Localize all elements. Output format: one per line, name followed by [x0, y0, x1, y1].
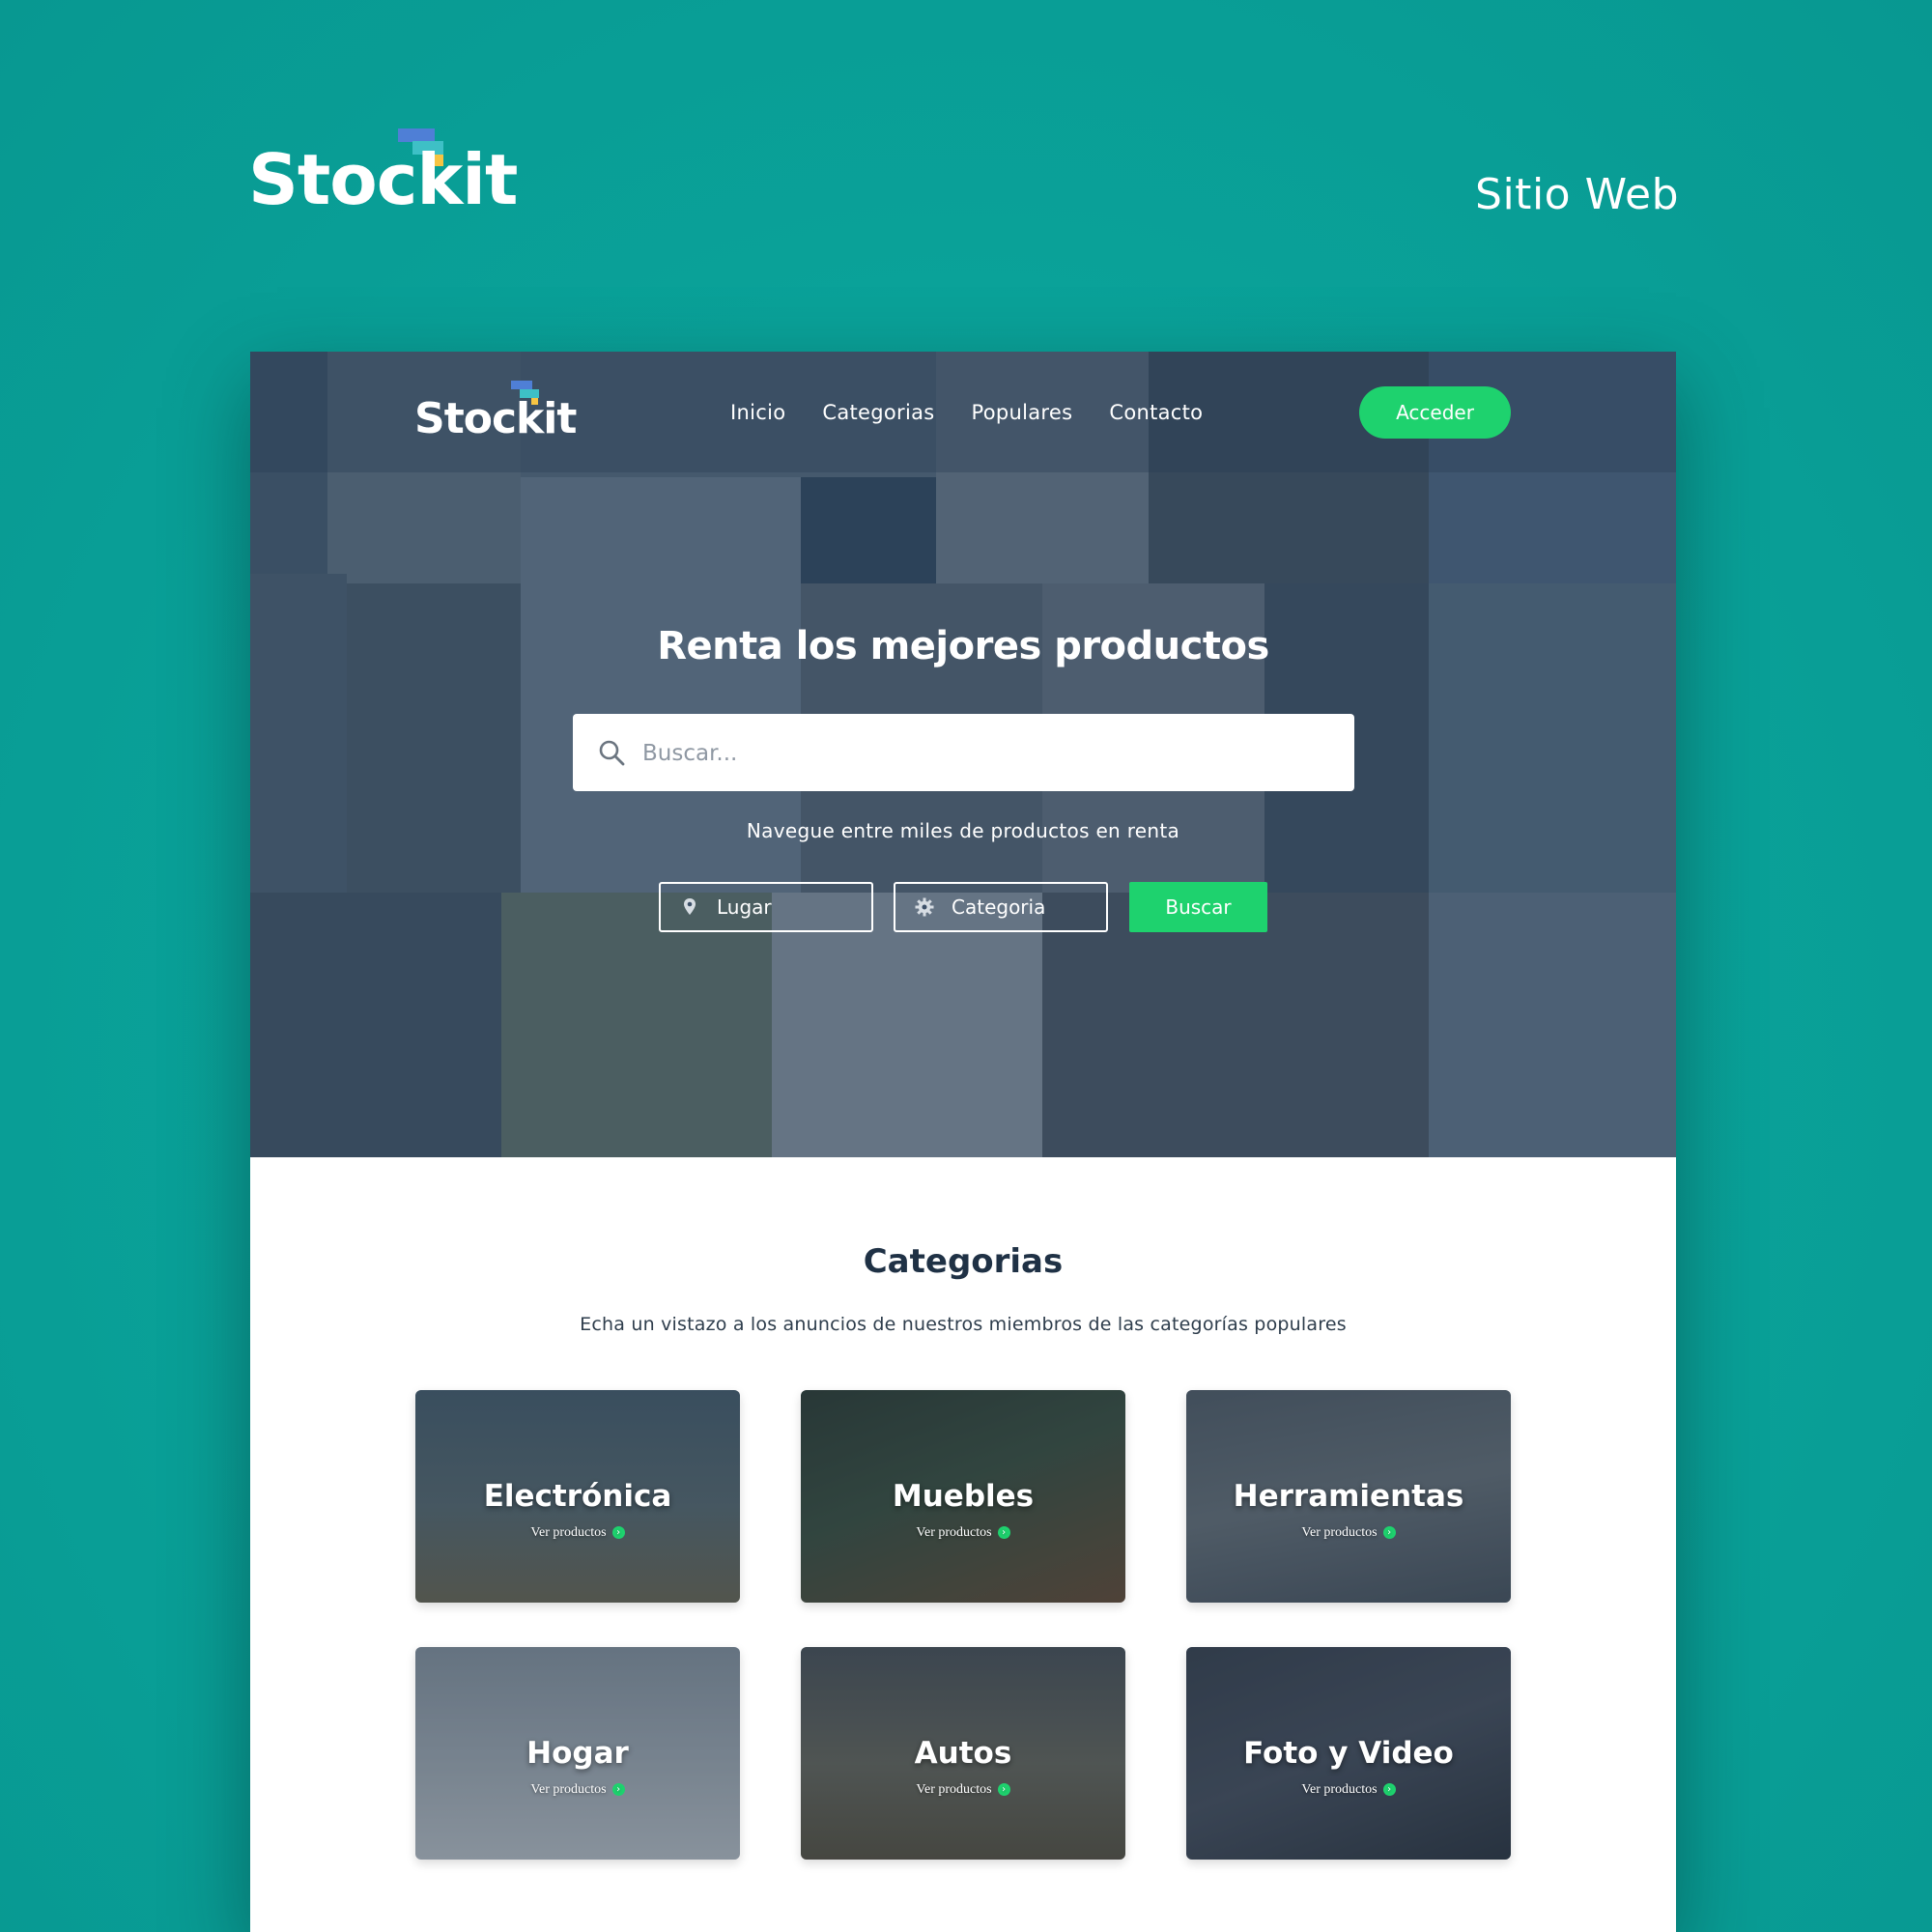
- category-card-autos[interactable]: Autos Ver productos ›: [801, 1647, 1125, 1860]
- category-card-name: Muebles: [892, 1479, 1035, 1514]
- ver-productos-label: Ver productos: [530, 1525, 607, 1540]
- gear-icon: [915, 897, 934, 917]
- ver-productos-label: Ver productos: [1301, 1525, 1378, 1540]
- chevron-right-icon: ›: [1382, 1783, 1396, 1797]
- hero-title: Renta los mejores productos: [657, 624, 1269, 668]
- ver-productos-link[interactable]: Ver productos ›: [415, 1782, 740, 1798]
- nav-link-populares[interactable]: Populares: [972, 401, 1073, 424]
- chevron-right-icon: ›: [997, 1783, 1010, 1797]
- ver-productos-label: Ver productos: [1301, 1782, 1378, 1797]
- category-card-name: Herramientas: [1233, 1479, 1464, 1514]
- category-card-hogar[interactable]: Hogar Ver productos ›: [415, 1647, 740, 1860]
- chevron-right-icon: ›: [1382, 1526, 1396, 1540]
- nav-link-contacto[interactable]: Contacto: [1109, 401, 1203, 424]
- nav-logo-text: Stockit: [414, 394, 577, 443]
- category-select-label: Categoria: [952, 895, 1046, 919]
- map-pin-icon: [684, 898, 696, 915]
- presentation-tagline: Sitio Web: [1475, 170, 1679, 219]
- category-card-name: Autos: [914, 1736, 1012, 1771]
- place-select[interactable]: Lugar: [659, 882, 873, 932]
- ver-productos-link[interactable]: Ver productos ›: [1186, 1782, 1511, 1798]
- category-card-foto-video[interactable]: Foto y Video Ver productos ›: [1186, 1647, 1511, 1860]
- place-select-label: Lugar: [717, 895, 772, 919]
- categories-subtitle: Echa un vistazo a los anuncios de nuestr…: [580, 1314, 1347, 1335]
- chevron-right-icon: ›: [997, 1526, 1010, 1540]
- category-card-muebles[interactable]: Muebles Ver productos ›: [801, 1390, 1125, 1603]
- nav-link-categorias[interactable]: Categorias: [822, 401, 934, 424]
- presentation-brand-name: Stockit: [248, 139, 518, 220]
- chevron-right-icon: ›: [611, 1526, 625, 1540]
- search-box[interactable]: [573, 714, 1354, 793]
- ver-productos-label: Ver productos: [916, 1782, 992, 1797]
- category-card-electronica[interactable]: Electrónica Ver productos ›: [415, 1390, 740, 1603]
- category-select[interactable]: Categoria: [894, 882, 1108, 932]
- presentation-logo: Stockit: [248, 126, 518, 222]
- buscar-button[interactable]: Buscar: [1129, 882, 1267, 932]
- chevron-right-icon: ›: [611, 1783, 625, 1797]
- nav-logo[interactable]: Stockit: [414, 381, 579, 448]
- ver-productos-link[interactable]: Ver productos ›: [801, 1782, 1125, 1798]
- ver-productos-label: Ver productos: [916, 1525, 992, 1540]
- ver-productos-link[interactable]: Ver productos ›: [801, 1525, 1125, 1541]
- category-card-herramientas[interactable]: Herramientas Ver productos ›: [1186, 1390, 1511, 1603]
- ver-productos-label: Ver productos: [530, 1782, 607, 1797]
- ver-productos-link[interactable]: Ver productos ›: [1186, 1525, 1511, 1541]
- category-card-name: Electrónica: [483, 1479, 672, 1514]
- nav-link-inicio[interactable]: Inicio: [730, 401, 785, 424]
- search-input[interactable]: [640, 714, 1340, 793]
- top-navigation: Stockit Inicio Categorias Populares Cont…: [250, 352, 1676, 472]
- search-icon: [599, 740, 625, 766]
- category-card-name: Foto y Video: [1243, 1736, 1454, 1771]
- acceder-button[interactable]: Acceder: [1359, 386, 1511, 439]
- categories-title: Categorias: [863, 1242, 1064, 1281]
- ver-productos-link[interactable]: Ver productos ›: [415, 1525, 740, 1541]
- logo-square-blue: [511, 381, 532, 389]
- category-card-name: Hogar: [526, 1736, 629, 1771]
- website-mockup: Stockit Inicio Categorias Populares Cont…: [250, 352, 1676, 1932]
- nav-links: Inicio Categorias Populares Contacto: [730, 352, 1203, 472]
- hero-section: Stockit Inicio Categorias Populares Cont…: [250, 352, 1676, 1157]
- hero-subtitle: Navegue entre miles de productos en rent…: [746, 819, 1180, 842]
